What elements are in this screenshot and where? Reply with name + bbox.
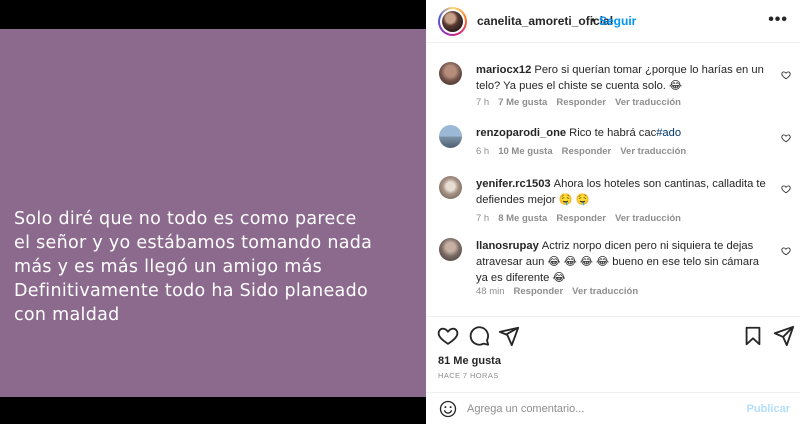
comment-time: 7 h xyxy=(476,213,490,224)
heart-icon[interactable] xyxy=(437,325,459,347)
comment-meta: 7 h 8 Me gusta Responder Ver traducción xyxy=(476,213,690,224)
emoji-icon[interactable] xyxy=(439,400,457,418)
reply-button[interactable]: Responder xyxy=(556,97,606,108)
comment-avatar[interactable] xyxy=(439,125,462,148)
header-separator: • xyxy=(591,13,596,27)
reply-button[interactable]: Responder xyxy=(562,146,612,157)
post-side-panel: canelita_amoreti_oficial • Seguir ••• ma… xyxy=(426,0,800,424)
comment-heart-icon[interactable] xyxy=(781,184,791,194)
translate-button[interactable]: Ver traducción xyxy=(615,97,681,108)
comment-username[interactable]: renzoparodi_one xyxy=(476,127,566,139)
reply-button[interactable]: Responder xyxy=(556,213,606,224)
comment-meta: 48 min Responder Ver traducción xyxy=(476,286,647,297)
comment-username[interactable]: llanosrupay xyxy=(476,240,539,252)
comment-hashtag[interactable]: #ado xyxy=(656,127,681,139)
comment-input[interactable] xyxy=(467,399,727,419)
comment-heart-icon[interactable] xyxy=(781,133,791,143)
comment-avatar[interactable] xyxy=(439,62,462,85)
comment-avatar[interactable] xyxy=(439,176,462,199)
post-image-text: Solo diré que no todo es como parece el … xyxy=(14,209,373,325)
comment-meta: 6 h 10 Me gusta Responder Ver traducción xyxy=(476,146,695,157)
reply-button[interactable]: Responder xyxy=(514,286,564,297)
translate-button[interactable]: Ver traducción xyxy=(572,286,638,297)
post-actions: 81 Me gusta HACE 7 HORAS xyxy=(426,316,800,392)
comment-time: 6 h xyxy=(476,146,490,157)
comment-time: 48 min xyxy=(476,286,505,297)
comment-heart-icon[interactable] xyxy=(781,246,791,256)
comment-heart-icon[interactable] xyxy=(781,70,791,80)
post-image[interactable]: Solo diré que no todo es como parece el … xyxy=(0,29,426,397)
post-header: canelita_amoreti_oficial • Seguir ••• xyxy=(426,0,800,43)
comment-username[interactable]: yenifer.rc1503 xyxy=(476,178,551,190)
save-icon[interactable] xyxy=(742,325,764,347)
comment-avatar[interactable] xyxy=(439,238,462,261)
more-options-icon[interactable]: ••• xyxy=(768,11,788,29)
comment-likes[interactable]: 7 Me gusta xyxy=(498,97,547,108)
comment-likes[interactable]: 8 Me gusta xyxy=(498,213,547,224)
comment-time: 7 h xyxy=(476,97,490,108)
post-time-ago: HACE 7 HORAS xyxy=(438,371,499,380)
follow-button[interactable]: Seguir xyxy=(599,14,636,28)
share-icon[interactable] xyxy=(498,325,520,347)
comment-text: Rico te habrá cac xyxy=(569,127,657,139)
send-icon[interactable] xyxy=(773,325,795,347)
comment-meta: 7 h 7 Me gusta Responder Ver traducción xyxy=(476,97,690,108)
comment-likes[interactable]: 10 Me gusta xyxy=(498,146,552,157)
post-media: Solo diré que no todo es como parece el … xyxy=(0,0,426,424)
publish-button[interactable]: Publicar xyxy=(747,403,790,415)
translate-button[interactable]: Ver traducción xyxy=(620,146,686,157)
add-comment-bar: Publicar xyxy=(426,392,800,424)
comment-icon[interactable] xyxy=(468,325,490,347)
comment-username[interactable]: mariocx12 xyxy=(476,64,531,76)
comments-list: mariocx12 Pero si querían tomar ¿porque l… xyxy=(426,44,800,316)
translate-button[interactable]: Ver traducción xyxy=(615,213,681,224)
likes-count[interactable]: 81 Me gusta xyxy=(438,355,501,367)
author-avatar[interactable] xyxy=(438,7,467,36)
